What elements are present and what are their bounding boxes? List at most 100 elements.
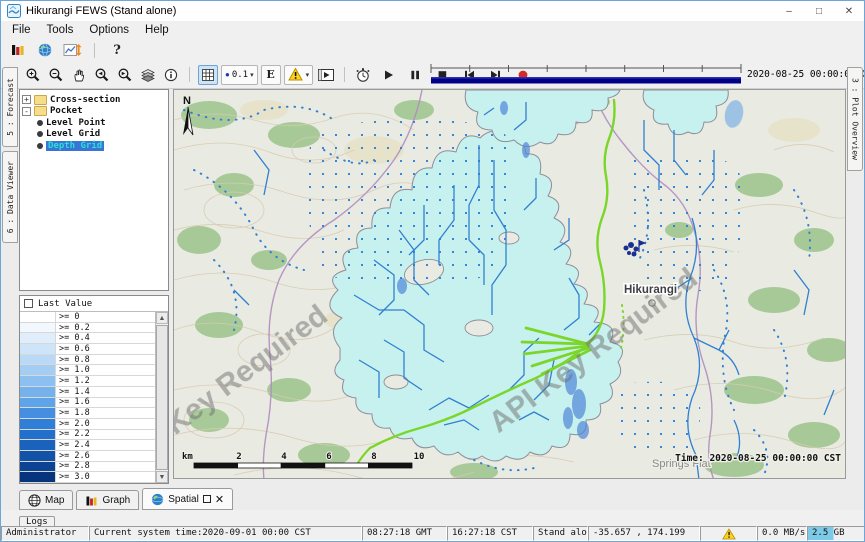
- warning-triangle-icon: [288, 67, 304, 82]
- legend-swatch: [20, 387, 56, 397]
- title-bar: Hikurangi FEWS (Stand alone) – □ ✕: [1, 1, 864, 21]
- layer-tree: + Cross-section - Pocket Level Point Lev…: [19, 89, 169, 291]
- zoom-in-button[interactable]: [23, 65, 43, 85]
- chevron-down-icon: ▾: [250, 71, 254, 79]
- tree-item-pocket[interactable]: - Pocket: [22, 106, 166, 118]
- svg-text:4: 4: [281, 452, 287, 462]
- map-canvas[interactable]: API Key Required API Key Required Hikura…: [174, 90, 846, 479]
- warning-threshold-dropdown[interactable]: ▾: [284, 65, 314, 85]
- last-value-label: Last Value: [38, 299, 92, 309]
- legend-swatch: [20, 430, 56, 440]
- pan-button[interactable]: [69, 65, 89, 85]
- animation-settings-button[interactable]: [353, 65, 373, 85]
- legend-row: >= 0.8: [20, 355, 155, 366]
- wire-globe-icon: [28, 494, 41, 507]
- maximize-button[interactable]: □: [804, 1, 834, 21]
- app-logo-icon: [7, 4, 21, 18]
- legend-row: >= 2.4: [20, 440, 155, 451]
- grid-icon: [200, 67, 216, 83]
- question-mark-icon: ?: [113, 43, 121, 58]
- movie-icon: [317, 67, 335, 83]
- tree-item-cross-section[interactable]: + Cross-section: [22, 94, 166, 106]
- contour-interval-dropdown[interactable]: ●0.1▾: [221, 65, 258, 85]
- folder-icon: [34, 106, 47, 116]
- menu-options[interactable]: Options: [81, 23, 137, 37]
- chevron-down-icon: ▾: [306, 71, 310, 79]
- grid-display-toggle[interactable]: [198, 65, 218, 85]
- legend-swatch: [20, 408, 56, 418]
- collapse-icon[interactable]: -: [22, 107, 31, 116]
- legend-row: >= 0.6: [20, 344, 155, 355]
- app-window: Hikurangi FEWS (Stand alone) – □ ✕ File …: [0, 0, 865, 542]
- toolbar-separator: [94, 43, 95, 58]
- sidebar-tab-forecast[interactable]: 5 : Forecast: [2, 67, 18, 147]
- info-button[interactable]: [161, 65, 181, 85]
- legend-row: >= 1.0: [20, 365, 155, 376]
- legend-scrollbar[interactable]: ▲ ▼: [155, 312, 168, 483]
- legend-row: >= 1.6: [20, 398, 155, 409]
- legend-swatch: [20, 462, 56, 472]
- movie-export-button[interactable]: [316, 65, 336, 85]
- float-panel-icon[interactable]: [203, 495, 211, 503]
- menu-file[interactable]: File: [4, 23, 39, 37]
- svg-text:km: km: [182, 452, 193, 462]
- tree-item-level-grid[interactable]: Level Grid: [22, 129, 166, 141]
- svg-text:2: 2: [236, 452, 241, 462]
- map-view[interactable]: API Key Required API Key Required Hikura…: [173, 89, 846, 479]
- menu-help[interactable]: Help: [137, 23, 177, 37]
- legend-row: >= 0: [20, 312, 155, 323]
- timeline-ruler: [429, 64, 743, 86]
- labels-toggle-button[interactable]: E: [261, 65, 281, 85]
- help-button[interactable]: ?: [107, 40, 127, 60]
- zoom-previous-icon: [94, 67, 110, 83]
- town-label: Hikurangi: [624, 284, 677, 296]
- tab-spatial[interactable]: Spatial ✕: [142, 488, 233, 510]
- tab-graph[interactable]: Graph: [76, 490, 139, 510]
- legend-swatch: [20, 365, 56, 375]
- status-coordinates: -35.657 , 174.199: [588, 526, 700, 541]
- legend-row: >= 1.4: [20, 387, 155, 398]
- scroll-thumb[interactable]: [156, 325, 168, 470]
- tab-map[interactable]: Map: [19, 490, 73, 510]
- warning-triangle-icon: [722, 528, 736, 540]
- main-toolbar: ?: [1, 39, 864, 61]
- legend-swatch: [20, 333, 56, 343]
- legend-swatch: [20, 312, 56, 322]
- play-button[interactable]: [379, 66, 397, 84]
- minimize-button[interactable]: –: [774, 1, 804, 21]
- close-tab-icon[interactable]: ✕: [215, 493, 224, 506]
- status-memory: 2.5 GB: [807, 526, 865, 541]
- scroll-down-icon[interactable]: ▼: [156, 471, 168, 483]
- status-bar: Administrator Current system time:2020-0…: [1, 526, 865, 541]
- svg-text:10: 10: [414, 452, 425, 462]
- pause-button[interactable]: [406, 66, 424, 84]
- tree-item-level-point[interactable]: Level Point: [22, 117, 166, 129]
- tree-item-depth-grid[interactable]: Depth Grid: [22, 140, 166, 152]
- interval-editor-button[interactable]: [62, 40, 82, 60]
- layers-button[interactable]: [138, 65, 158, 85]
- menu-tools[interactable]: Tools: [39, 23, 82, 37]
- bar-chart-icon: [85, 494, 98, 507]
- bullet-icon: [37, 120, 43, 126]
- zoom-out-button[interactable]: [46, 65, 66, 85]
- expand-icon[interactable]: +: [22, 95, 31, 104]
- hand-icon: [71, 67, 87, 83]
- folder-icon: [34, 95, 47, 105]
- legend-row: >= 0.4: [20, 333, 155, 344]
- timeseries-dialog-button[interactable]: [8, 40, 28, 60]
- toolbar-separator: [344, 67, 345, 82]
- spatial-display-button[interactable]: [35, 40, 55, 60]
- zoom-previous-button[interactable]: [92, 65, 112, 85]
- close-button[interactable]: ✕: [834, 1, 864, 21]
- last-value-checkbox[interactable]: [24, 299, 33, 308]
- scroll-up-icon[interactable]: ▲: [156, 312, 168, 324]
- sidebar-tab-plot-overview[interactable]: 3 : Plot Overview: [847, 67, 863, 171]
- sidebar-tab-data-viewer[interactable]: 6 : Data Viewer: [2, 151, 18, 243]
- legend-row: >= 2.0: [20, 419, 155, 430]
- status-warning[interactable]: [700, 526, 757, 541]
- status-user: Administrator: [1, 526, 89, 541]
- status-network-rate: 0.0 MB/s: [757, 526, 807, 541]
- zoom-next-button[interactable]: [115, 65, 135, 85]
- timeline-slider[interactable]: [429, 64, 743, 91]
- dot-icon: ●: [225, 70, 230, 79]
